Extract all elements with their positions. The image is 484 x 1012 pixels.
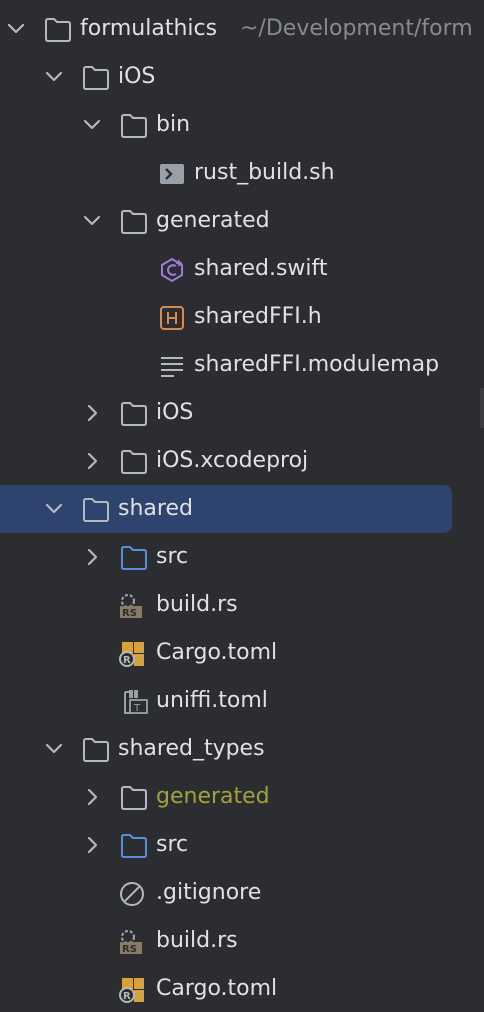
project-tree: formulathics ~/Development/form iOS bin … [0,0,484,1012]
tree-item-label: sharedFFI.modulemap [194,352,440,377]
tree-item-label: rust_build.sh [194,160,335,185]
tree-item-label: iOS [156,400,194,425]
tree-row[interactable]: RS build.rs [0,581,484,629]
ignore-file-icon [120,882,144,906]
tree-row[interactable]: shared_types [0,725,484,773]
chevron-down-icon[interactable] [42,737,66,761]
svg-text:R: R [123,991,131,1002]
selection-highlight [0,485,452,533]
chevron-right-icon[interactable] [80,833,104,857]
tree-item-label: shared [118,496,193,521]
chevron-down-icon[interactable] [80,209,104,233]
c-header-icon [160,306,184,330]
folder-icon [83,498,109,522]
tree-row[interactable]: generated [0,773,484,821]
chevron-right-icon[interactable] [80,449,104,473]
tree-row[interactable]: R Cargo.toml [0,629,484,677]
tree-row[interactable]: R Cargo.toml [0,965,484,1012]
tree-row-selected[interactable]: shared [0,485,484,533]
chevron-right-icon[interactable] [80,785,104,809]
tree-item-label: bin [156,112,191,137]
chevron-right-icon[interactable] [80,545,104,569]
tree-item-label: iOS.xcodeproj [156,448,309,473]
shell-script-icon [160,164,184,184]
tree-item-label: build.rs [156,592,238,617]
svg-text:R: R [123,655,131,666]
tree-item-label: generated [156,784,270,809]
toml-file-icon: T [124,690,148,714]
folder-icon [121,402,147,426]
tree-item-label: Cargo.toml [156,640,278,665]
tree-row[interactable]: iOS [0,53,484,101]
chevron-down-icon[interactable] [4,17,28,41]
rust-build-icon: RS [120,929,142,955]
tree-row[interactable]: RS build.rs [0,917,484,965]
folder-icon [83,738,109,762]
chevron-down-icon[interactable] [80,113,104,137]
project-name: formulathics [80,16,218,41]
chevron-right-icon[interactable] [80,401,104,425]
tree-item-label: generated [156,208,270,233]
tree-item-label: src [156,544,189,569]
folder-icon [121,786,147,810]
folder-icon [45,18,71,42]
tree-row[interactable]: bin [0,101,484,149]
tree-item-label: Cargo.toml [156,976,278,1001]
tree-row[interactable]: generated [0,197,484,245]
tree-row[interactable]: sharedFFI.modulemap [0,341,484,389]
tree-row[interactable]: .gitignore [0,869,484,917]
scrollbar-thumb[interactable] [480,388,484,428]
tree-item-label: sharedFFI.h [194,304,322,329]
rust-build-icon: RS [120,593,142,619]
tree-item-label: uniffi.toml [156,688,268,713]
svg-text:T: T [133,703,141,714]
svg-text:RS: RS [122,608,137,619]
tree-item-label: shared.swift [194,256,328,281]
tree-row[interactable]: iOS [0,389,484,437]
tree-item-label: build.rs [156,928,238,953]
source-folder-icon [121,546,147,570]
folder-icon [121,450,147,474]
tree-row[interactable]: shared.swift [0,245,484,293]
source-folder-icon [121,834,147,858]
text-file-icon [161,357,183,377]
tree-row-root[interactable]: formulathics ~/Development/form [0,5,484,53]
folder-icon [121,114,147,138]
tree-item-label: iOS [118,64,156,89]
tree-row[interactable]: T uniffi.toml [0,677,484,725]
chevron-down-icon[interactable] [42,497,66,521]
cargo-icon: R [119,642,144,667]
tree-row[interactable]: iOS.xcodeproj [0,437,484,485]
tree-row[interactable]: src [0,533,484,581]
folder-icon [121,210,147,234]
tree-row[interactable]: src [0,821,484,869]
tree-row[interactable]: rust_build.sh [0,149,484,197]
cargo-icon: R [119,978,144,1003]
tree-row[interactable]: sharedFFI.h [0,293,484,341]
swift-file-icon [161,257,183,283]
tree-item-label: src [156,832,189,857]
svg-text:RS: RS [122,944,137,955]
tree-item-label: .gitignore [156,880,262,905]
chevron-down-icon[interactable] [42,65,66,89]
folder-icon [83,66,109,90]
tree-item-label: shared_types [118,736,265,761]
project-path: ~/Development/form [240,16,473,41]
